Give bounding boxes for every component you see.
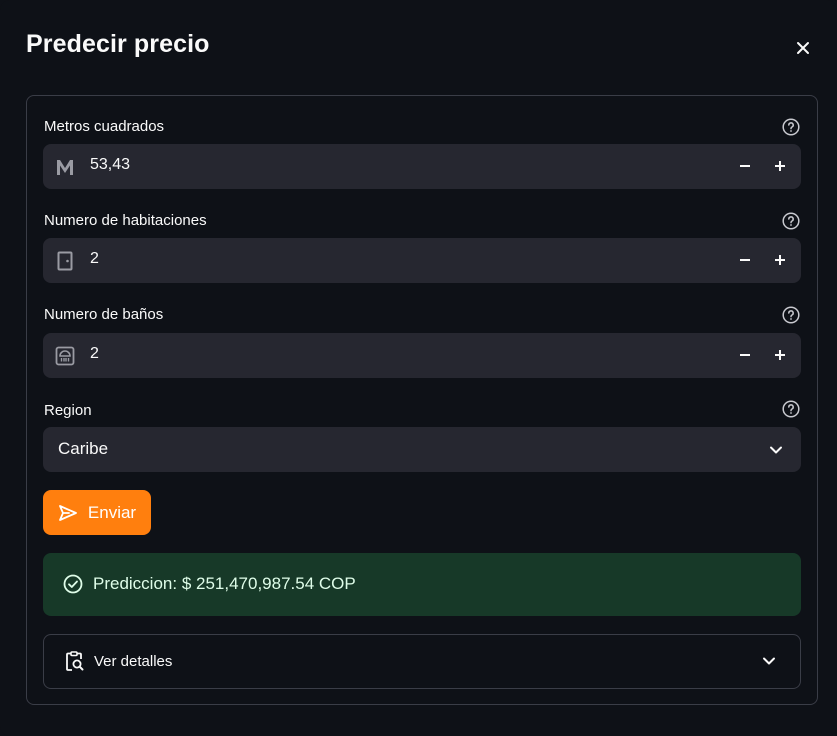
- field-label-banos: Numero de baños: [44, 306, 164, 323]
- increment-button[interactable]: [766, 341, 794, 369]
- prediction-result: Prediccion: $ 251,470,987.54 COP: [43, 553, 801, 616]
- details-label: Ver detalles: [94, 653, 173, 670]
- bathtub-icon: [53, 344, 76, 367]
- decrement-button[interactable]: [731, 246, 759, 274]
- decrement-button[interactable]: [731, 341, 759, 369]
- region-selected-value: Caribe: [58, 439, 109, 458]
- metros-input[interactable]: 53,43: [43, 144, 801, 189]
- door-icon: [53, 249, 76, 272]
- habitaciones-input[interactable]: 2: [43, 238, 801, 283]
- help-icon[interactable]: [782, 212, 800, 230]
- metros-value: 53,43: [90, 156, 131, 173]
- dialog-title: Predecir precio: [26, 30, 210, 58]
- decrement-button[interactable]: [731, 152, 759, 180]
- field-label-metros: Metros cuadrados: [44, 118, 165, 135]
- field-label-habitaciones: Numero de habitaciones: [44, 212, 207, 229]
- close-icon: [797, 42, 809, 54]
- region-select[interactable]: Caribe: [43, 427, 801, 472]
- submit-button[interactable]: Enviar: [43, 490, 151, 535]
- increment-button[interactable]: [766, 246, 794, 274]
- increment-button[interactable]: [766, 152, 794, 180]
- minus-icon: [740, 165, 750, 167]
- minus-icon: [740, 354, 750, 356]
- help-icon[interactable]: [782, 306, 800, 324]
- details-expander[interactable]: Ver detalles: [43, 634, 801, 689]
- prediction-text: Prediccion: $ 251,470,987.54 COP: [93, 574, 356, 593]
- help-icon[interactable]: [782, 118, 800, 136]
- letter-m-icon: [53, 155, 76, 178]
- send-icon: [59, 504, 77, 521]
- check-circle-icon: [62, 573, 84, 595]
- banos-value: 2: [90, 345, 99, 362]
- chevron-down-icon: [765, 439, 787, 461]
- predict-price-dialog: Predecir precio Metros cuadrados 53,43 N…: [0, 0, 837, 736]
- help-icon[interactable]: [782, 400, 800, 418]
- minus-icon: [740, 259, 750, 261]
- banos-input[interactable]: 2: [43, 333, 801, 378]
- plus-icon: [775, 255, 785, 265]
- plus-icon: [775, 161, 785, 171]
- submit-label: Enviar: [87, 502, 137, 522]
- close-button[interactable]: [790, 36, 816, 60]
- clipboard-search-icon: [63, 650, 85, 672]
- field-label-region: Region: [44, 402, 92, 419]
- prediction-form: Metros cuadrados 53,43 Numero de habitac…: [26, 95, 818, 705]
- habitaciones-value: 2: [90, 250, 99, 267]
- plus-icon: [775, 350, 785, 360]
- chevron-down-icon: [758, 650, 780, 672]
